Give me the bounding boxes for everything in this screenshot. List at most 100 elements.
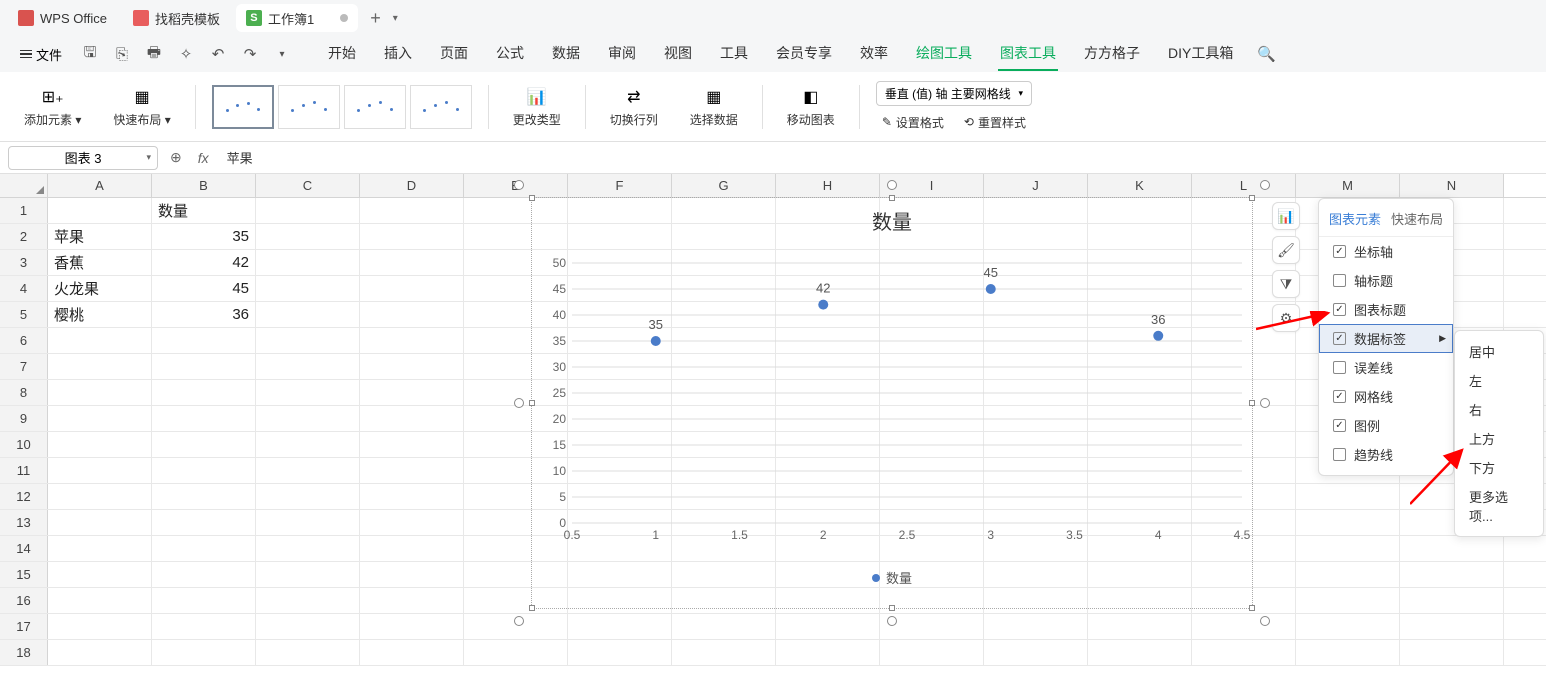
row-header[interactable]: 17 [0,614,48,639]
save-icon[interactable]: 🖫 [78,42,102,66]
cell[interactable] [152,328,256,353]
switch-rowcol-button[interactable]: ⇄ 切换行列 [602,85,666,128]
cell[interactable] [256,198,360,223]
cell[interactable] [360,588,464,613]
gridlines-dropdown[interactable]: 垂直 (值) 轴 主要网格线 ▾ [876,81,1032,106]
column-header[interactable]: D [360,174,464,197]
move-chart-button[interactable]: ◧ 移动图表 [779,85,843,128]
checkbox-icon[interactable] [1333,361,1346,374]
checkbox-icon[interactable] [1333,303,1346,316]
cell[interactable] [152,354,256,379]
cell[interactable] [152,640,256,665]
cell[interactable] [48,328,152,353]
name-box[interactable]: 图表 3 ▾ [8,146,158,170]
submenu-item[interactable]: 居中 [1455,337,1543,366]
chart-plot[interactable]: 051015202530354045500.511.522.533.544.53… [532,243,1252,563]
cell[interactable] [48,198,152,223]
cell[interactable] [256,536,360,561]
fx-icon[interactable]: fx [194,150,213,166]
menu-tab-0[interactable]: 开始 [326,37,358,71]
row-header[interactable]: 7 [0,354,48,379]
menu-tab-12[interactable]: 方方格子 [1082,37,1142,71]
row-header[interactable]: 18 [0,640,48,665]
resize-handle[interactable] [1249,605,1255,611]
row-header[interactable]: 15 [0,562,48,587]
workbook-tab[interactable]: S 工作簿1 [236,4,358,32]
cell[interactable] [360,614,464,639]
menu-tab-3[interactable]: 公式 [494,37,526,71]
submenu-item[interactable]: 上方 [1455,424,1543,453]
cell[interactable] [1296,484,1400,509]
chart-style-3[interactable] [344,85,406,129]
chart-style-1[interactable] [212,85,274,129]
cell[interactable] [360,276,464,301]
cell[interactable] [1400,588,1504,613]
row-header[interactable]: 6 [0,328,48,353]
cell[interactable] [48,536,152,561]
cell[interactable] [360,406,464,431]
cell[interactable] [360,328,464,353]
chart-legend[interactable]: 数量 [532,568,1252,587]
menu-tab-11[interactable]: 图表工具 [998,37,1058,71]
cell[interactable] [256,328,360,353]
cell[interactable] [152,562,256,587]
cell[interactable] [48,432,152,457]
popup-item[interactable]: 网格线 [1319,382,1453,411]
resize-handle[interactable] [529,195,535,201]
menu-tab-1[interactable]: 插入 [382,37,414,71]
cell[interactable] [360,484,464,509]
row-header[interactable]: 4 [0,276,48,301]
cell[interactable] [152,536,256,561]
cell[interactable]: 35 [152,224,256,249]
cell[interactable] [1400,640,1504,665]
cell[interactable]: 香蕉 [48,250,152,275]
row-header[interactable]: 3 [0,250,48,275]
cell[interactable] [256,484,360,509]
cell[interactable]: 樱桃 [48,302,152,327]
file-menu[interactable]: 文件 [12,41,70,68]
cell[interactable] [256,276,360,301]
resize-handle[interactable] [529,605,535,611]
cell[interactable] [1296,536,1400,561]
row-header[interactable]: 13 [0,510,48,535]
chart-style-2[interactable] [278,85,340,129]
popup-tab-quick[interactable]: 快速布局 [1391,209,1443,228]
search-icon[interactable]: 🔍 [1257,45,1276,63]
resize-handle[interactable] [1260,398,1270,408]
cell[interactable]: 42 [152,250,256,275]
row-header[interactable]: 2 [0,224,48,249]
add-tab-button[interactable]: + [364,8,387,29]
menu-tab-10[interactable]: 绘图工具 [914,37,974,71]
cell[interactable] [1296,588,1400,613]
cell[interactable] [256,224,360,249]
chart-filters-button[interactable]: ⧩ [1272,270,1300,298]
row-header[interactable]: 16 [0,588,48,613]
menu-tab-2[interactable]: 页面 [438,37,470,71]
menu-tab-8[interactable]: 会员专享 [774,37,834,71]
zoom-icon[interactable]: ⊕ [166,149,186,166]
checkbox-icon[interactable] [1333,419,1346,432]
cell[interactable] [256,510,360,535]
cell[interactable] [360,536,464,561]
column-header[interactable]: M [1296,174,1400,197]
cell[interactable] [48,588,152,613]
cell[interactable] [152,380,256,405]
cell[interactable] [360,354,464,379]
row-header[interactable]: 12 [0,484,48,509]
cell[interactable] [360,224,464,249]
resize-handle[interactable] [1249,195,1255,201]
cell[interactable] [256,640,360,665]
cell[interactable]: 苹果 [48,224,152,249]
chart-object[interactable]: 数量 051015202530354045500.511.522.533.544… [518,184,1266,622]
popup-item[interactable]: 数据标签▶ [1319,324,1453,353]
tab-dropdown-icon[interactable]: ▾ [393,13,398,24]
popup-item[interactable]: 轴标题 [1319,266,1453,295]
resize-handle[interactable] [514,398,524,408]
cell[interactable] [256,354,360,379]
cell[interactable] [1296,640,1400,665]
cell[interactable] [256,588,360,613]
cell[interactable]: 45 [152,276,256,301]
dropdown-icon[interactable]: ▾ [270,42,294,66]
menu-tab-4[interactable]: 数据 [550,37,582,71]
cell[interactable] [48,614,152,639]
